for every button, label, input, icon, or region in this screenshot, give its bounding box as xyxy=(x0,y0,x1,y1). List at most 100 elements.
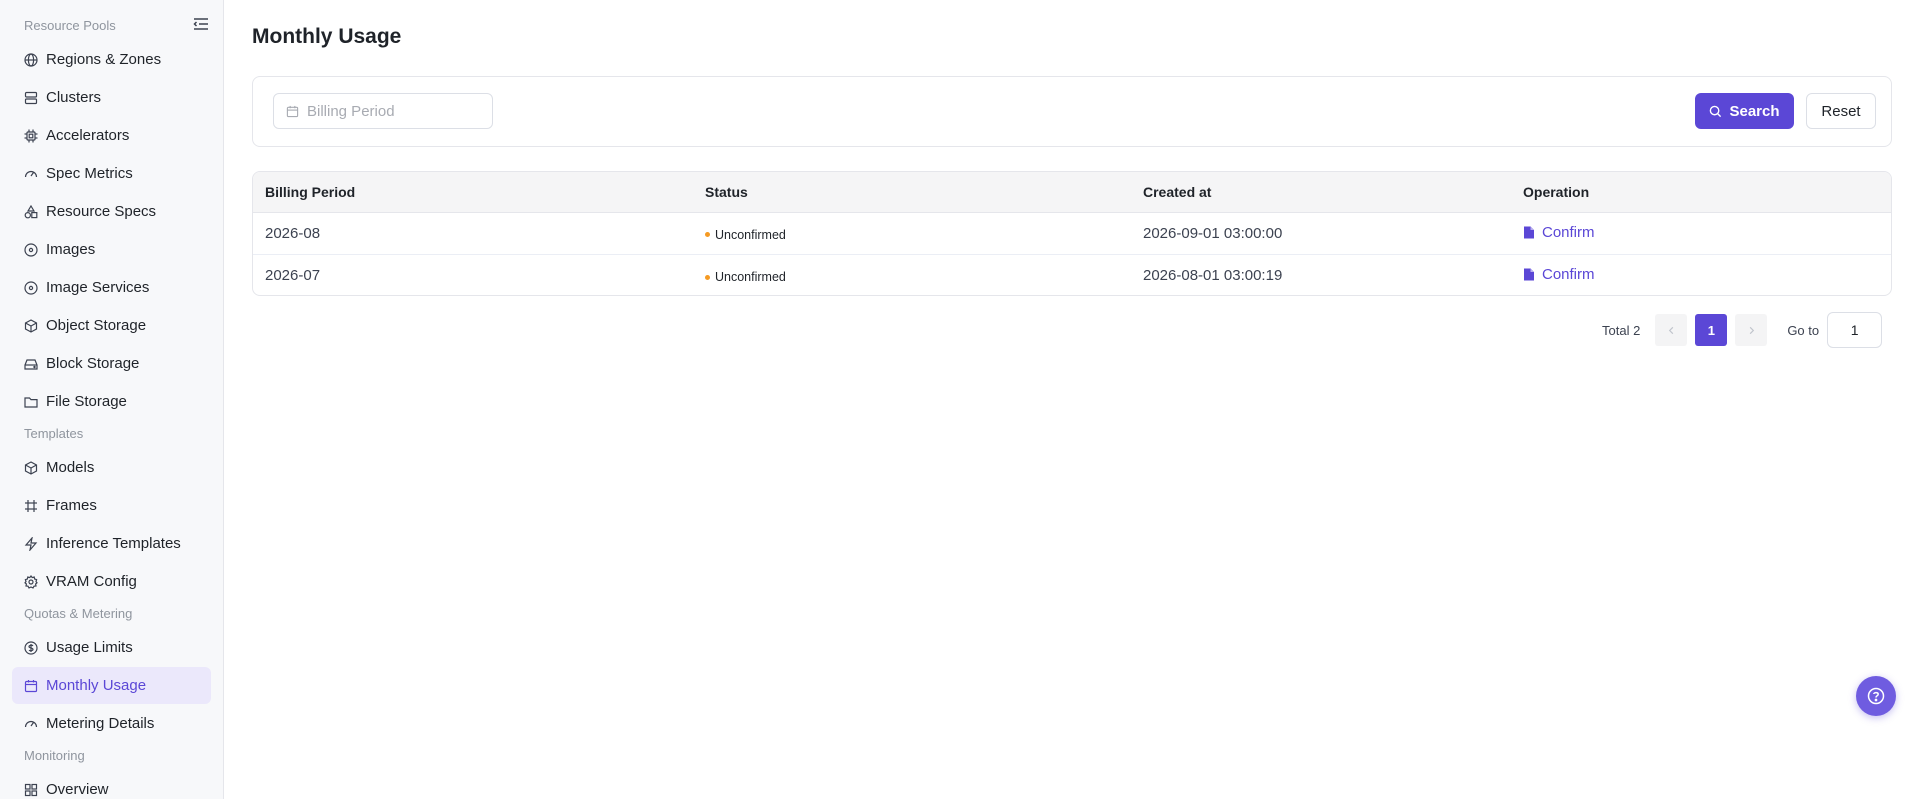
pagination-total: Total 2 xyxy=(1602,322,1641,338)
cell-billing-period: 2026-07 xyxy=(265,266,321,284)
pagination: Total 2 1 Go to xyxy=(1602,312,1883,348)
sidebar-item-image-services[interactable]: Image Services xyxy=(12,269,211,306)
next-page-button[interactable] xyxy=(1735,314,1768,346)
billing-period-input[interactable] xyxy=(307,102,467,120)
chip-icon xyxy=(24,129,38,143)
cell-created-at: 2026-08-01 03:00:19 xyxy=(1143,266,1283,284)
disc-icon xyxy=(24,280,38,295)
sidebar-item-frames[interactable]: Frames xyxy=(12,487,211,524)
sidebar-item-file-storage[interactable]: File Storage xyxy=(12,383,211,420)
sidebar-item-resource-specs[interactable]: Resource Specs xyxy=(12,193,211,230)
sidebar-item-label: Regions & Zones xyxy=(46,51,162,68)
sidebar-item-usage-limits[interactable]: Usage Limits xyxy=(12,629,211,666)
status-text: Unconfirmed xyxy=(715,227,786,242)
gauge-icon xyxy=(24,167,38,181)
group-title-templates: Templates xyxy=(24,426,84,441)
sidebar-item-label: Images xyxy=(46,241,96,258)
search-icon xyxy=(1709,105,1722,118)
sidebar-item-inference-templates[interactable]: Inference Templates xyxy=(12,525,211,562)
sidebar-item-object-storage[interactable]: Object Storage xyxy=(12,307,211,344)
table-row: 2026-08 Unconfirmed 2026-09-01 03:00:00 … xyxy=(253,212,1891,255)
sidebar-item-label: Resource Specs xyxy=(46,203,157,220)
sidebar-item-label: Object Storage xyxy=(46,317,147,334)
sidebar-item-label: Spec Metrics xyxy=(46,165,133,182)
status-badge: Unconfirmed xyxy=(705,228,786,242)
folder-icon xyxy=(24,395,38,409)
gear-icon xyxy=(24,574,38,589)
cell-billing-period: 2026-08 xyxy=(253,212,693,255)
sidebar-item-accelerators[interactable]: Accelerators xyxy=(12,117,211,154)
cube-icon xyxy=(24,460,38,475)
sidebar-item-label: VRAM Config xyxy=(46,573,137,590)
column-header-status: Status xyxy=(693,172,1131,213)
calendar-icon xyxy=(24,679,38,693)
shapes-icon xyxy=(24,204,38,219)
sidebar-item-label: Clusters xyxy=(46,89,102,106)
help-icon xyxy=(1867,687,1885,705)
group-title-quotas: Quotas & Metering xyxy=(24,606,133,621)
globe-icon xyxy=(24,52,38,67)
sidebar-item-metering-details[interactable]: Metering Details xyxy=(12,705,211,742)
sidebar-item-vram-config[interactable]: VRAM Config xyxy=(12,563,211,600)
status-badge: Unconfirmed xyxy=(705,270,786,284)
usage-table: Billing Period Status Created at Operati… xyxy=(252,171,1892,296)
chevron-left-icon xyxy=(1668,326,1674,334)
chevron-right-icon xyxy=(1749,326,1754,334)
hard-drive-icon xyxy=(24,357,38,371)
sidebar-item-label: Inference Templates xyxy=(46,535,181,552)
sidebar-item-label: Metering Details xyxy=(46,715,155,732)
sidebar-item-label: Image Services xyxy=(46,279,150,296)
cell-created-at: 2026-09-01 03:00:00 xyxy=(1131,212,1511,255)
page-title: Monthly Usage xyxy=(252,25,402,48)
column-header-operation: Operation xyxy=(1511,172,1891,213)
sidebar-item-label: Overview xyxy=(46,781,109,798)
confirm-link[interactable]: Confirm xyxy=(1523,224,1595,241)
sidebar-item-clusters[interactable]: Clusters xyxy=(12,79,211,116)
table-row: 2026-07 Unconfirmed 2026-08-01 03:00:19 … xyxy=(253,254,1891,295)
sidebar-item-label: Accelerators xyxy=(46,127,130,144)
status-dot xyxy=(705,232,710,238)
group-title-resource-pools: Resource Pools xyxy=(24,18,116,33)
sidebar-item-spec-metrics[interactable]: Spec Metrics xyxy=(12,155,211,192)
sidebar-item-overview[interactable]: Overview xyxy=(12,771,211,799)
main-content: Monthly Usage Search Reset Billing Perio… xyxy=(224,0,1920,799)
grid-icon xyxy=(24,783,38,797)
search-button-label: Search xyxy=(1729,102,1780,120)
table-header-row: Billing Period Status Created at Operati… xyxy=(253,172,1891,213)
gauge-icon xyxy=(24,717,38,731)
sidebar-item-label: Frames xyxy=(46,497,97,514)
sidebar-item-models[interactable]: Models xyxy=(12,449,211,486)
page-number-button[interactable]: 1 xyxy=(1695,314,1728,346)
document-icon xyxy=(1523,226,1535,239)
billing-period-picker[interactable] xyxy=(273,93,493,129)
column-header-billing-period: Billing Period xyxy=(253,172,693,213)
cell-status: Unconfirmed xyxy=(693,212,1131,255)
goto-page-input[interactable] xyxy=(1827,312,1883,348)
coin-icon xyxy=(24,640,38,655)
status-text: Unconfirmed xyxy=(715,270,786,284)
confirm-link[interactable]: Confirm xyxy=(1523,266,1595,283)
menu-collapse-icon[interactable] xyxy=(192,15,210,33)
frame-icon xyxy=(24,499,38,513)
status-dot xyxy=(705,274,710,280)
sidebar-item-label: Monthly Usage xyxy=(46,677,147,694)
reset-button[interactable]: Reset xyxy=(1806,93,1876,129)
sidebar-item-block-storage[interactable]: Block Storage xyxy=(12,345,211,382)
sidebar-item-monthly-usage[interactable]: Monthly Usage xyxy=(12,667,211,704)
group-title-monitoring: Monitoring xyxy=(24,748,85,763)
sidebar-item-images[interactable]: Images xyxy=(12,231,211,268)
confirm-link-label: Confirm xyxy=(1542,265,1595,283)
cube-icon xyxy=(24,318,38,333)
sidebar-item-label: Usage Limits xyxy=(46,639,133,656)
filter-bar: Search Reset xyxy=(252,76,1892,147)
prev-page-button[interactable] xyxy=(1655,314,1688,346)
disc-icon xyxy=(24,242,38,257)
search-button[interactable]: Search xyxy=(1695,93,1794,129)
sidebar-item-regions[interactable]: Regions & Zones xyxy=(12,41,211,78)
help-button[interactable] xyxy=(1856,676,1896,716)
confirm-link-label: Confirm xyxy=(1542,223,1595,241)
cell-status: Unconfirmed xyxy=(693,254,1131,295)
server-icon xyxy=(24,91,38,105)
zap-icon xyxy=(24,536,38,551)
goto-label: Go to xyxy=(1787,322,1820,338)
